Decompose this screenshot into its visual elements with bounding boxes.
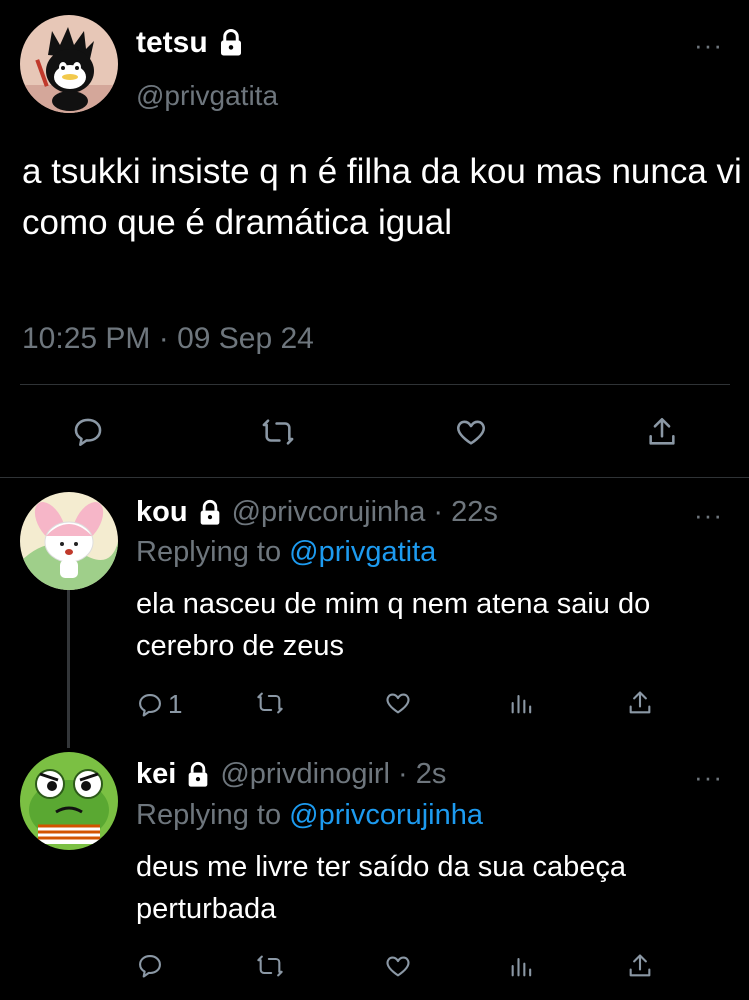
author-name-row[interactable]: tetsu [136, 26, 246, 60]
badtz-maru-avatar [20, 15, 118, 113]
replying-to: Replying to @privcorujinha [136, 799, 483, 832]
tweet-timestamp[interactable]: 10:25 PM · 09 Sep 24 [22, 322, 314, 356]
replying-to-label: Replying to [136, 799, 282, 831]
lock-icon [200, 499, 219, 525]
replying-to: Replying to @privgatita [136, 536, 436, 569]
reply-icon [74, 418, 102, 447]
lock-icon [220, 29, 241, 56]
lock-icon [188, 761, 208, 787]
avatar[interactable] [20, 492, 118, 590]
reply-time[interactable]: · 22s [433, 496, 497, 529]
avatar[interactable] [20, 15, 118, 113]
replying-to-label: Replying to [136, 536, 282, 568]
views-button[interactable] [508, 689, 536, 722]
like-button[interactable] [384, 689, 412, 722]
like-button[interactable] [451, 412, 491, 452]
keroppi-avatar [20, 752, 118, 850]
retweet-icon [257, 955, 283, 977]
retweet-button[interactable] [258, 412, 298, 452]
divider [20, 384, 730, 385]
divider [0, 477, 749, 478]
reply-author-name[interactable]: kou [136, 496, 188, 529]
analytics-icon [511, 957, 532, 977]
share-icon [629, 954, 651, 977]
reply-author-name[interactable]: kei [136, 758, 176, 791]
more-options-icon[interactable]: ··· [694, 762, 723, 793]
more-options-icon[interactable]: ··· [694, 500, 723, 531]
reply-count: 1 [168, 689, 183, 719]
author-handle[interactable]: @privgatita [136, 80, 278, 112]
reply-text: ela nasceu de mim q nem atena saiu do ce… [136, 588, 651, 662]
views-button[interactable] [508, 952, 536, 985]
reply-button[interactable] [136, 952, 164, 985]
analytics-icon [511, 694, 532, 714]
reply-button[interactable]: 1 [136, 689, 182, 720]
reply-text: deus me livre ter saído da sua cabeça pe… [136, 851, 627, 925]
share-button[interactable] [626, 952, 654, 985]
share-icon [629, 691, 651, 714]
thread-line [67, 590, 70, 748]
author-name[interactable]: tetsu [136, 26, 208, 60]
retweet-button[interactable] [256, 689, 284, 722]
reply-icon [139, 693, 161, 717]
reply-author-handle[interactable]: @privdinogirl [220, 758, 390, 791]
tweet-text: a tsukki insiste q n é filha da kou mas … [22, 152, 742, 242]
heart-icon [386, 956, 410, 977]
share-icon [649, 417, 675, 445]
reply-time[interactable]: · 2s [398, 758, 446, 791]
share-button[interactable] [642, 412, 682, 452]
heart-icon [457, 420, 485, 445]
reply-button[interactable] [68, 412, 108, 452]
my-melody-avatar [20, 492, 118, 590]
reply-header[interactable]: kei @privdinogirl · 2s [136, 758, 446, 791]
reply-icon [139, 955, 161, 978]
retweet-icon [262, 419, 294, 445]
replying-to-handle[interactable]: @privgatita [289, 536, 436, 568]
reply-header[interactable]: kou @privcorujinha · 22s [136, 496, 498, 529]
retweet-icon [257, 692, 283, 714]
share-button[interactable] [626, 689, 654, 722]
avatar[interactable] [20, 752, 118, 850]
more-options-icon[interactable]: ··· [694, 30, 723, 61]
heart-icon [386, 693, 410, 714]
retweet-button[interactable] [256, 952, 284, 985]
reply-author-handle[interactable]: @privcorujinha [232, 496, 426, 529]
like-button[interactable] [384, 952, 412, 985]
replying-to-handle[interactable]: @privcorujinha [289, 799, 483, 831]
